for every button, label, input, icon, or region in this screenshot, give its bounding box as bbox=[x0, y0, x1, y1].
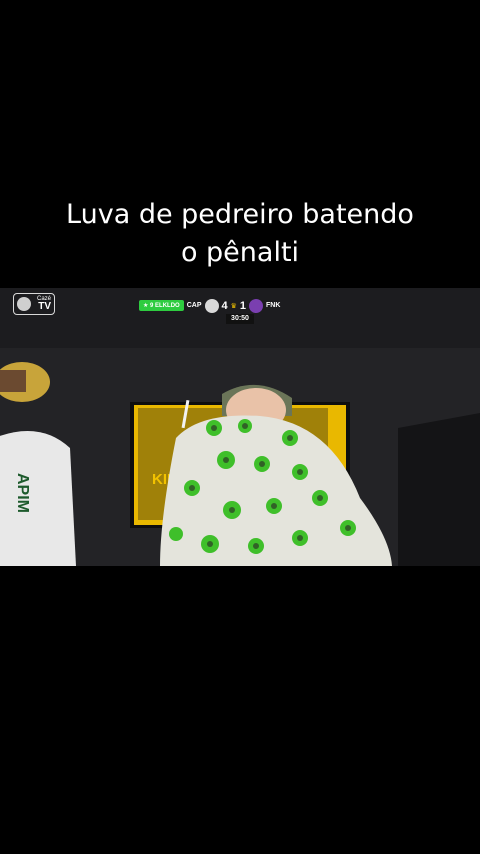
channel-name-big: TV bbox=[38, 301, 51, 312]
caption-line-2: o pênalti bbox=[180, 237, 300, 268]
video-caption: Luva de pedreiro batendo o pênalti bbox=[0, 196, 480, 272]
home-crest-icon bbox=[204, 298, 219, 313]
crown-icon: ♛ bbox=[230, 302, 237, 310]
home-score: 4 bbox=[221, 299, 228, 312]
scoreboard: ★ 9 ELKLDO CAP 4 ♛ 1 FNK bbox=[139, 298, 280, 313]
away-crest-icon bbox=[249, 298, 264, 313]
video-frame[interactable]: KIN APIM Cazé TV ★ 9 ELKLDO CAP 4 ♛ 1 FN… bbox=[0, 288, 480, 566]
away-score: 1 bbox=[239, 299, 247, 312]
channel-logo: Cazé TV bbox=[13, 293, 55, 315]
video-scene: KIN APIM bbox=[0, 288, 480, 566]
match-clock: 30:50 bbox=[226, 314, 254, 324]
channel-face-icon bbox=[17, 297, 31, 311]
away-team: FNK bbox=[266, 302, 281, 309]
jersey-text: APIM bbox=[14, 473, 31, 513]
home-team: CAP bbox=[186, 302, 202, 309]
live-tag: ★ 9 ELKLDO bbox=[139, 300, 184, 311]
caption-line-1: Luva de pedreiro batendo bbox=[66, 199, 414, 230]
